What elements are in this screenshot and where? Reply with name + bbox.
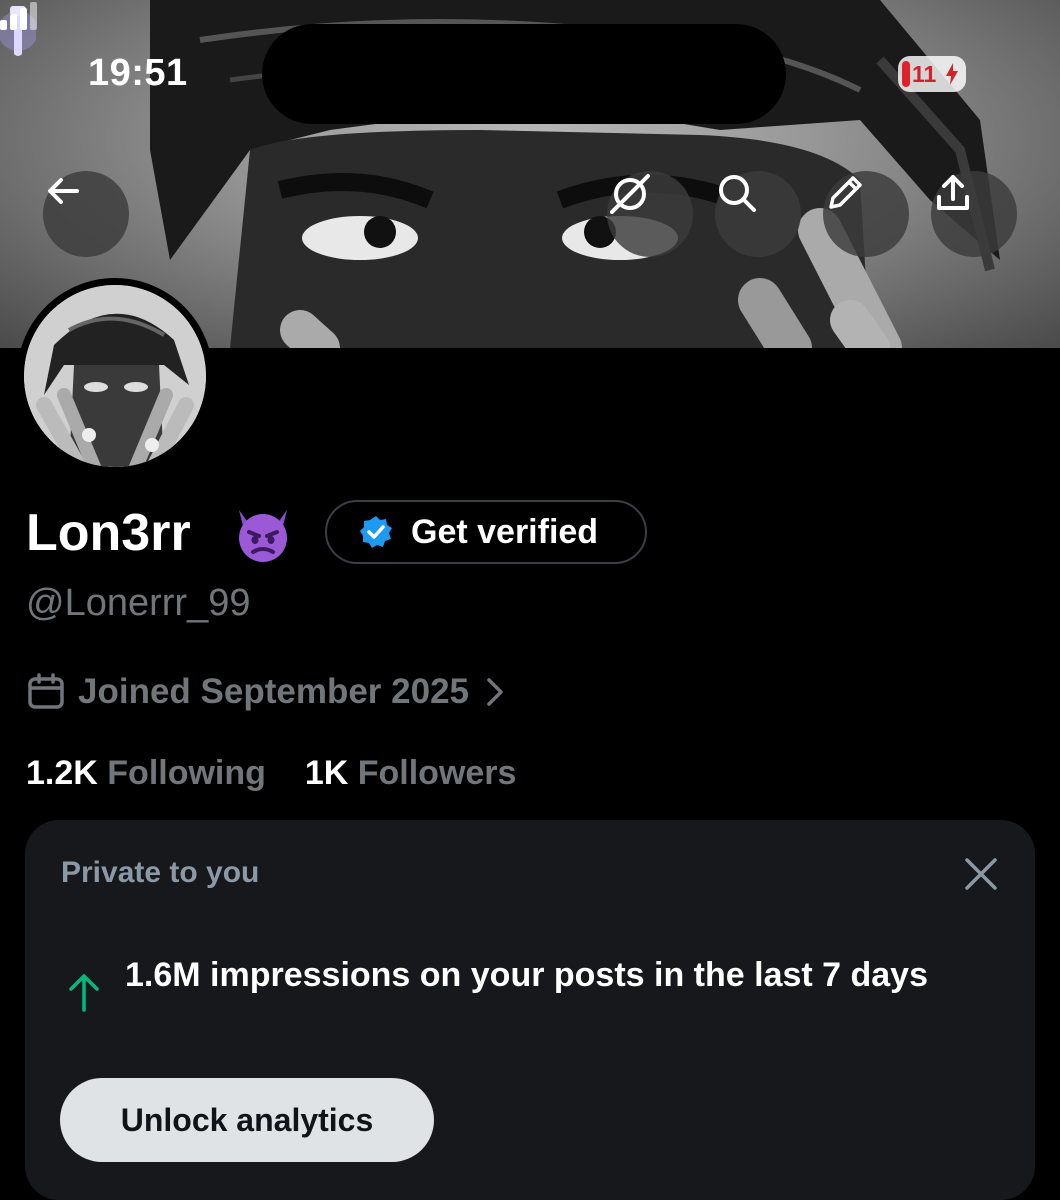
joined-label: Joined September 2025 <box>78 672 469 711</box>
back-button[interactable] <box>43 171 129 257</box>
search-icon <box>719 175 756 212</box>
get-verified-button[interactable]: Get verified <box>325 500 647 564</box>
joined-date[interactable]: Joined September 2025 <box>26 672 505 712</box>
battery-level: 11 <box>912 61 937 87</box>
private-label: Private to you <box>61 856 260 889</box>
user-handle: @Lonerrr_99 <box>26 582 251 624</box>
share-button[interactable] <box>931 171 1017 257</box>
following-label: Following <box>107 754 266 792</box>
battery-charging-icon: 11 <box>898 56 966 92</box>
followers-label: Followers <box>357 754 517 792</box>
avatar[interactable] <box>17 278 213 474</box>
close-icon[interactable] <box>961 854 1001 894</box>
following-count: 1.2K <box>26 754 98 792</box>
back-arrow-icon <box>48 178 79 204</box>
avatar-photo <box>24 285 206 467</box>
analytics-card: Private to you 1.6M impressions on your … <box>25 820 1035 1200</box>
signal-icon <box>0 2 37 30</box>
share-icon <box>937 175 969 210</box>
verified-badge-icon <box>360 516 392 548</box>
calendar-icon <box>28 673 64 709</box>
grok-button[interactable] <box>607 171 693 257</box>
grok-icon <box>610 174 650 214</box>
dynamic-island <box>262 24 786 124</box>
follow-stats: 1.2K Following 1K Followers <box>26 754 516 793</box>
chevron-right-icon <box>487 678 503 706</box>
edit-pencil-icon <box>829 176 862 209</box>
impressions-text: 1.6M impressions on your posts in the la… <box>125 956 929 994</box>
followers-count: 1K <box>304 754 349 792</box>
smiling-imp-emoji <box>239 510 287 562</box>
up-arrow-icon <box>69 974 99 1012</box>
status-time: 19:51 <box>88 52 188 94</box>
display-name: Lon3rr <box>26 504 191 562</box>
edit-button[interactable] <box>823 171 909 257</box>
followers-link[interactable]: 1K Followers <box>305 754 517 792</box>
following-link[interactable]: 1.2K Following <box>26 754 266 792</box>
get-verified-label: Get verified <box>411 512 599 551</box>
search-button[interactable] <box>715 171 801 257</box>
unlock-analytics-button[interactable]: Unlock analytics <box>60 1078 434 1162</box>
